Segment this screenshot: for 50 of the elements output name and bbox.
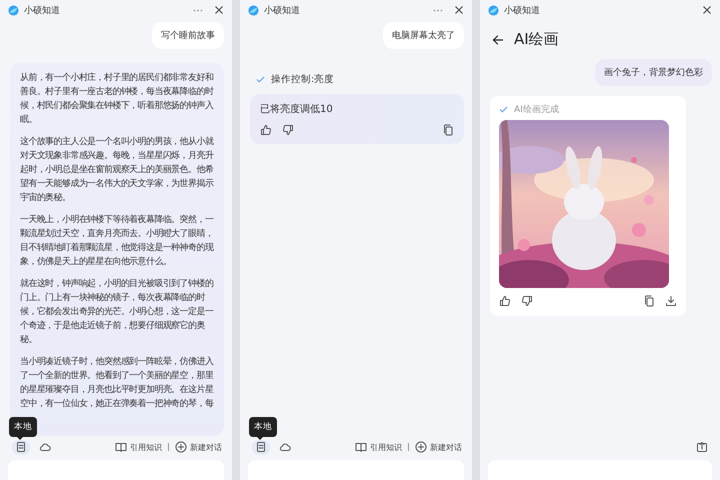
download-icon[interactable] — [665, 295, 677, 307]
user-message: 画个兔子，背景梦幻色彩 — [595, 59, 712, 86]
status-text: AI绘画完成 — [514, 104, 559, 116]
reply-text: 已将亮度调低10 — [260, 102, 334, 116]
close-icon[interactable] — [214, 5, 224, 15]
answer-paragraph: 这个故事的主人公是一个名叫小明的男孩，他从小就对天文现象非常感兴趣。每晚，当星星闪烁，月亮升起时，小明总是坐在窗前观察天上的美丽景色。他希望有一天能够成为一名伟大的天文学家，为世界揭示宇宙的奥秘。 — [20, 135, 215, 205]
list-icon[interactable] — [255, 441, 267, 453]
export-icon[interactable] — [696, 441, 708, 453]
page-heading: AI绘画 — [514, 30, 559, 49]
logo-icon — [248, 4, 259, 16]
cloud-icon[interactable] — [39, 441, 51, 453]
thumbs-down-icon[interactable] — [282, 124, 294, 136]
close-icon[interactable] — [454, 5, 464, 15]
add-icon[interactable] — [175, 441, 187, 453]
book-icon[interactable] — [355, 441, 367, 453]
check-icon — [499, 105, 508, 114]
close-icon[interactable] — [702, 5, 712, 15]
user-message: 写个睡前故事 — [152, 22, 224, 49]
answer-paragraph: 从前，有一个小村庄，村子里的居民们都非常友好和善良。村子里有一座古老的钟楼，每当夜幕降临的时候，村民们都会聚集在钟楼下，听着那悠扬的钟声入眠。 — [20, 71, 215, 127]
tooltip: 本地 — [249, 417, 277, 437]
app-title: 小硕知道 — [264, 4, 301, 16]
answer-paragraph: 一天晚上，小明在钟楼下等待着夜幕降临。突然，一颗流星划过天空，直奔月亮而去。小明瞪大了眼睛，目不转睛地盯着那颗流星，他觉得这是一种神奇的现象，仿佛是天上的星星在向他示意什么。 — [20, 213, 215, 269]
toolbar-link[interactable]: 新建对话 — [175, 441, 222, 453]
toolbar-link[interactable]: 引用知识 — [355, 441, 402, 453]
copy-icon[interactable] — [442, 124, 454, 136]
answer-paragraph: 当小明凑近镜子时，他突然感到一阵眩晕，仿佛进入了一个全新的世界。他看到了一个美丽的星空，那里的星星璀璨夺目，月亮也比平时更加明亮。在这片星空中，有一位仙女，她正在弹奏着一把神奇的琴，每 — [20, 355, 215, 411]
add-icon[interactable] — [415, 441, 427, 453]
toolbar-link[interactable]: 引用知识 — [115, 441, 162, 453]
back-icon[interactable] — [492, 34, 504, 46]
logo-icon — [8, 4, 19, 16]
answer-paragraph: 就在这时，钟声响起，小明的目光被吸引到了钟楼的门上。门上有一块神秘的镜子，每次夜幕降临的时候，它都会发出奇异的光芒。小明心想，这一定是一个奇迹，于是他走近镜子前，想要仔细观察它的奥秘。 — [20, 277, 214, 347]
thumbs-down-icon[interactable] — [521, 295, 533, 307]
copy-icon[interactable] — [643, 295, 655, 307]
cloud-icon[interactable] — [279, 441, 291, 453]
thumbs-up-icon[interactable] — [499, 295, 511, 307]
user-message: 电脑屏幕太亮了 — [383, 22, 464, 49]
check-icon — [256, 75, 265, 84]
more-icon[interactable] — [193, 8, 203, 12]
mode-toggle[interactable] — [252, 440, 270, 454]
app-title: 小硕知道 — [504, 4, 541, 16]
mode-toggle[interactable] — [12, 440, 30, 454]
status-text: 操作控制:亮度 — [271, 73, 334, 86]
logo-icon — [488, 4, 499, 16]
thumbs-up-icon[interactable] — [260, 124, 272, 136]
app-title: 小硕知道 — [24, 4, 61, 16]
toolbar-link[interactable]: 新建对话 — [415, 441, 462, 453]
list-icon[interactable] — [15, 441, 27, 453]
book-icon[interactable] — [115, 441, 127, 453]
tooltip: 本地 — [9, 417, 37, 437]
more-icon[interactable] — [433, 8, 443, 12]
